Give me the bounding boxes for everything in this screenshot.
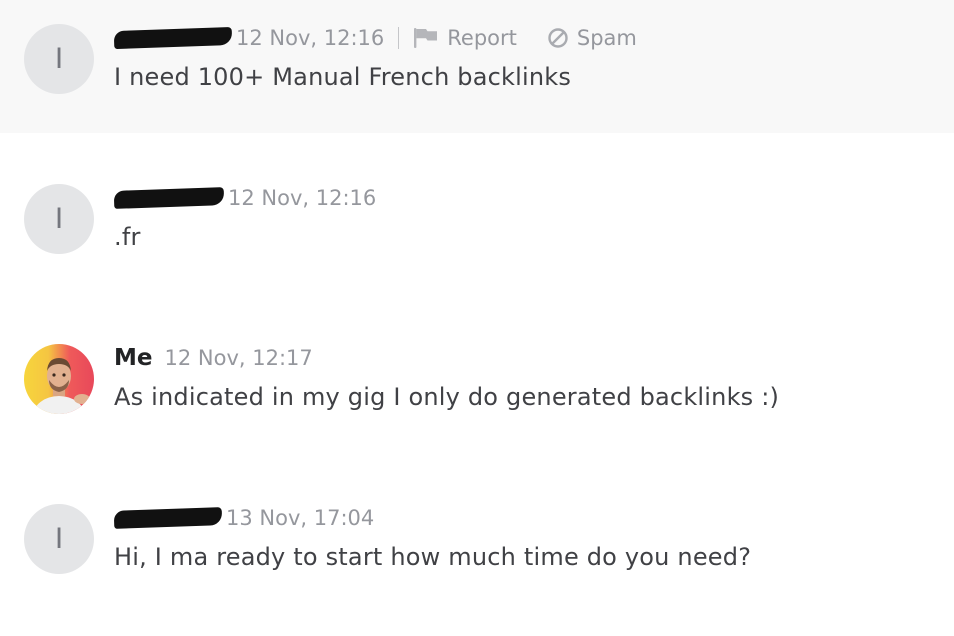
message-timestamp: 13 Nov, 17:04 [226,506,375,530]
block-icon [548,28,568,48]
spam-label: Spam [576,26,637,50]
message-item: I 13 Nov, 17:04 Hi, I ma ready to start … [0,480,954,600]
message-meta: 12 Nov, 12:16 [113,183,377,213]
sender-name[interactable]: Me [114,345,153,371]
message-text: Hi, I ma ready to start how much time do… [114,543,752,571]
divider [398,27,400,49]
message-item: Me 12 Nov, 12:17 As indicated in my gig … [0,320,954,440]
message-text: As indicated in my gig I only do generat… [114,383,780,411]
message-timestamp: 12 Nov, 12:17 [164,346,313,370]
flag-icon [414,28,438,48]
report-label: Report [447,26,517,50]
avatar[interactable]: I [24,504,94,574]
message-text: .fr [114,223,141,251]
message-meta: 13 Nov, 17:04 [113,503,375,533]
message-text: I need 100+ Manual French backlinks [114,63,572,91]
avatar[interactable]: I [24,24,94,94]
message-timestamp: 12 Nov, 12:16 [236,26,385,50]
message-meta: 12 Nov, 12:16 Report Spam [113,23,667,53]
message-item: I 12 Nov, 12:16 Report Spam I need 100+ … [0,0,954,133]
avatar[interactable]: I [24,184,94,254]
message-timestamp: 12 Nov, 12:16 [228,186,377,210]
sender-name-redacted [113,507,223,529]
user-photo-icon [33,358,90,414]
sender-name-redacted [113,187,225,209]
message-meta: Me 12 Nov, 12:17 [114,343,313,373]
message-item: I 12 Nov, 12:16 .fr [0,160,954,280]
avatar-initial: I [54,522,64,555]
message-thread: I 12 Nov, 12:16 Report Spam I need 100+ … [0,0,954,636]
avatar-initial: I [54,202,64,235]
spam-button[interactable]: Spam [547,26,637,50]
avatar-initial: I [54,42,64,75]
report-button[interactable]: Report [413,26,517,50]
sender-name-redacted [113,26,233,50]
avatar[interactable] [24,344,94,414]
